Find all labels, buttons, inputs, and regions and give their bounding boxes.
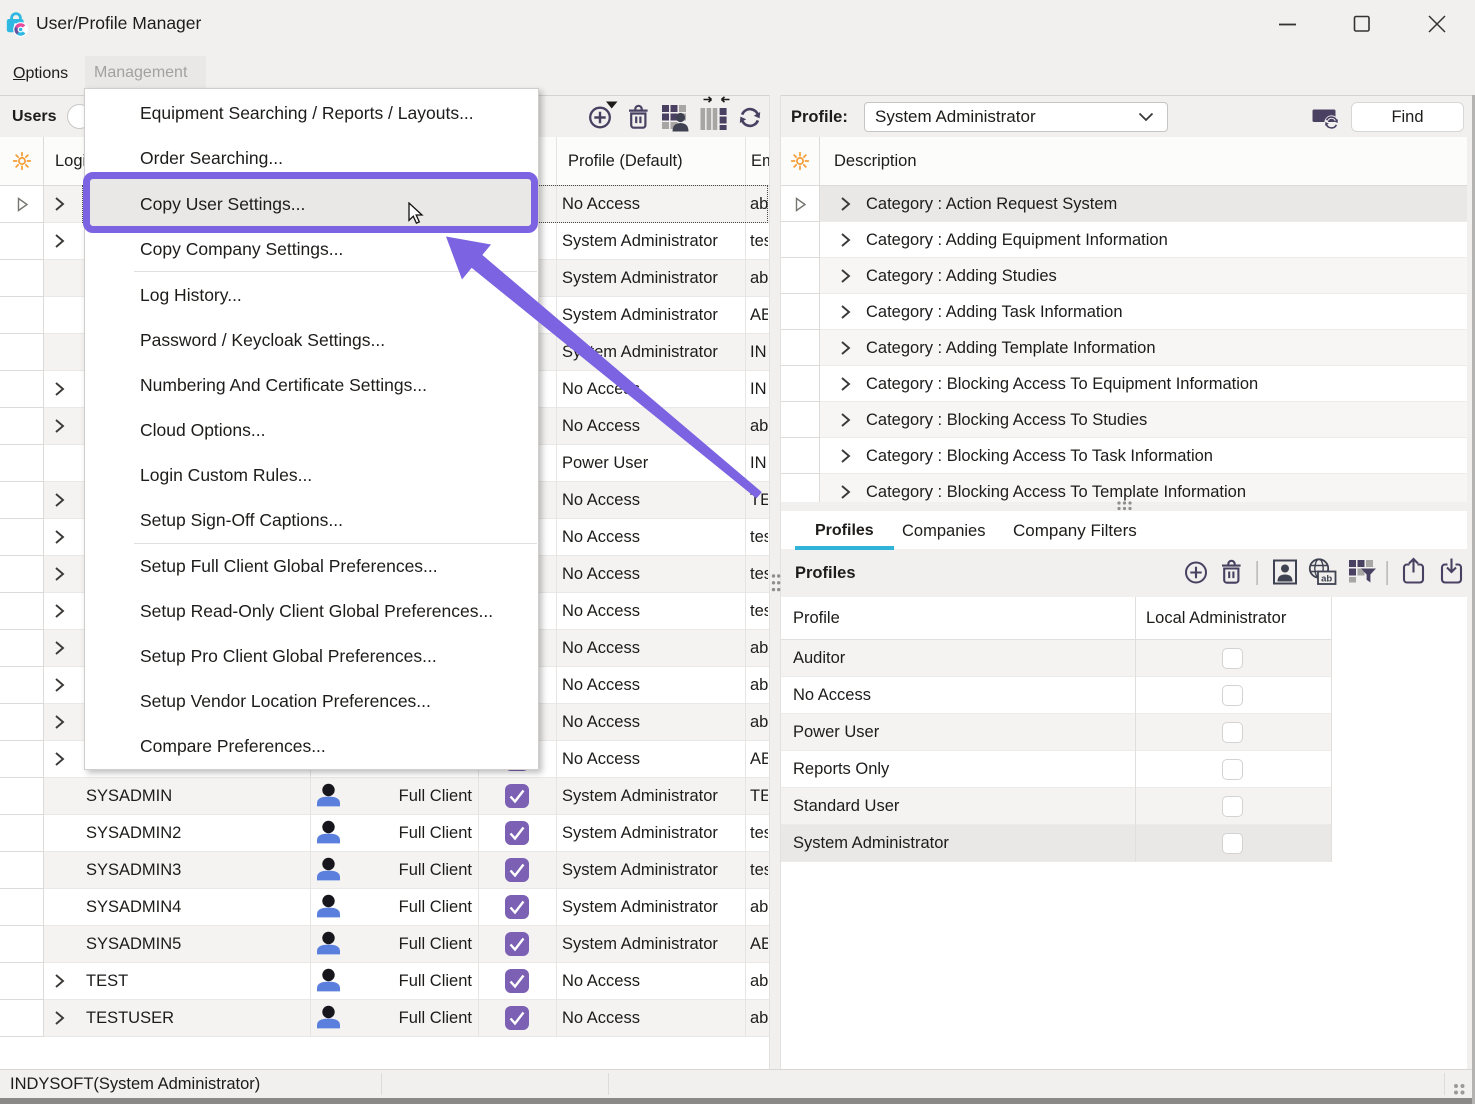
svg-text:ab: ab	[1321, 573, 1332, 584]
